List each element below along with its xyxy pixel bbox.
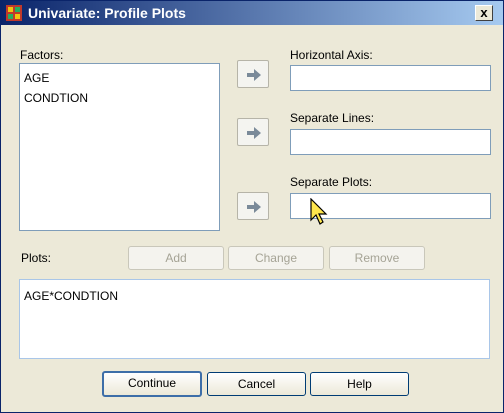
move-to-horizontal-axis-button[interactable] [237,60,269,88]
add-button[interactable]: Add [128,246,224,270]
move-to-separate-plots-button[interactable] [237,192,269,220]
plots-list: AGE*CONDTION [20,280,489,306]
factors-listbox[interactable]: AGE CONDTION [19,63,220,231]
plots-label: Plots: [21,251,52,265]
plot-list-item[interactable]: AGE*CONDTION [20,286,489,306]
move-to-separate-lines-button[interactable] [237,118,269,146]
arrow-right-icon [247,69,261,81]
close-button[interactable]: x [475,5,493,21]
separate-plots-label: Separate Plots: [290,175,373,189]
continue-button[interactable]: Continue [102,371,202,397]
cancel-button[interactable]: Cancel [207,372,306,396]
factors-label: Factors: [20,48,64,62]
help-button[interactable]: Help [310,372,409,396]
change-button[interactable]: Change [228,246,324,270]
separate-lines-field[interactable] [290,129,491,155]
mouse-pointer-icon [310,198,328,225]
window-title: Univariate: Profile Plots [28,5,186,21]
arrow-right-icon [247,201,261,213]
arrow-right-icon [247,127,261,139]
spss-grid-icon [6,5,22,21]
factors-list: AGE CONDTION [20,64,219,108]
horizontal-axis-field[interactable] [290,65,491,91]
plots-listbox[interactable]: AGE*CONDTION [19,279,490,359]
factor-list-item[interactable]: CONDTION [20,88,219,108]
close-icon: x [480,5,488,20]
separate-lines-label: Separate Lines: [290,111,375,125]
horizontal-axis-label: Horizontal Axis: [290,48,373,62]
profile-plots-dialog: Univariate: Profile Plots x Factors: AGE… [0,0,504,413]
factor-list-item[interactable]: AGE [20,68,219,88]
remove-button[interactable]: Remove [329,246,425,270]
title-bar[interactable]: Univariate: Profile Plots x [1,1,503,25]
